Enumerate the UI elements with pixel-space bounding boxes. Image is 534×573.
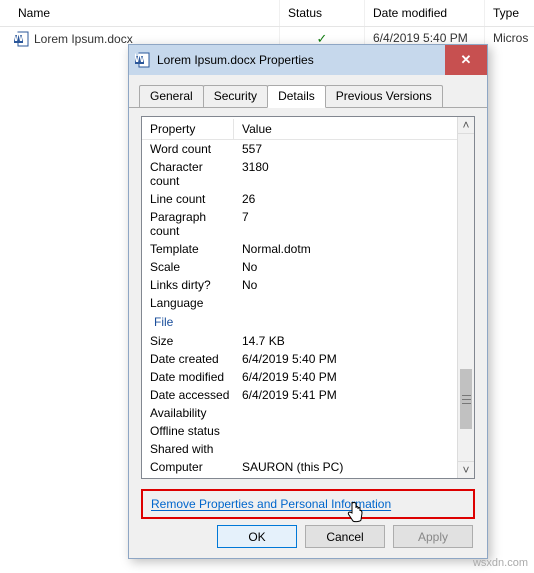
prop-value: 6/4/2019 5:40 PM: [234, 368, 457, 386]
tab-previous-versions[interactable]: Previous Versions: [325, 85, 443, 107]
property-row[interactable]: Paragraph count7: [142, 208, 457, 240]
tabs: General Security Details Previous Versio…: [129, 75, 487, 108]
prop-value: 6/4/2019 5:41 PM: [234, 386, 457, 404]
cancel-button[interactable]: Cancel: [305, 525, 385, 548]
property-row[interactable]: Links dirty?No: [142, 276, 457, 294]
property-row[interactable]: Shared with: [142, 440, 457, 458]
property-row[interactable]: Character count3180: [142, 158, 457, 190]
property-row[interactable]: Availability: [142, 404, 457, 422]
highlight-box: Remove Properties and Personal Informati…: [141, 489, 475, 519]
prop-value: [234, 294, 457, 312]
property-row[interactable]: Line count26: [142, 190, 457, 208]
prop-label: Shared with: [142, 440, 234, 458]
column-value[interactable]: Value: [234, 119, 457, 139]
property-row[interactable]: Date accessed6/4/2019 5:41 PM: [142, 386, 457, 404]
property-row[interactable]: Date created6/4/2019 5:40 PM: [142, 350, 457, 368]
prop-value: 3180: [234, 158, 457, 190]
property-row[interactable]: ComputerSAURON (this PC): [142, 458, 457, 476]
column-property[interactable]: Property: [142, 119, 234, 139]
remove-properties-link[interactable]: Remove Properties and Personal Informati…: [151, 497, 391, 511]
tab-security[interactable]: Security: [203, 85, 268, 107]
scroll-down-button[interactable]: ˅: [458, 461, 474, 478]
close-icon: ✕: [461, 52, 472, 68]
prop-value: Normal.dotm: [234, 240, 457, 258]
prop-label: Language: [142, 294, 234, 312]
prop-label: Links dirty?: [142, 276, 234, 294]
scroll-grip-icon: [462, 395, 471, 404]
prop-value: No: [234, 258, 457, 276]
prop-value: 26: [234, 190, 457, 208]
property-row[interactable]: Language: [142, 294, 457, 312]
tab-body: Property Value Word count557 Character c…: [129, 108, 487, 558]
prop-label: Availability: [142, 404, 234, 422]
scroll-up-button[interactable]: ˄: [458, 117, 474, 134]
property-row[interactable]: Word count557: [142, 140, 457, 158]
chevron-up-icon: ˄: [462, 118, 469, 132]
close-button[interactable]: ✕: [445, 45, 487, 75]
prop-value: SAURON (this PC): [234, 458, 457, 476]
dialog-title: Lorem Ipsum.docx Properties: [157, 53, 445, 67]
dialog-buttons: OK Cancel Apply: [141, 523, 475, 548]
prop-value: 557: [234, 140, 457, 158]
prop-label: Character count: [142, 158, 234, 190]
file-name: Lorem Ipsum.docx: [34, 32, 133, 46]
remove-properties-container: Remove Properties and Personal Informati…: [141, 489, 475, 519]
property-row[interactable]: Offline status: [142, 422, 457, 440]
prop-label: Date created: [142, 350, 234, 368]
watermark: wsxdn.com: [473, 557, 528, 569]
prop-value: [234, 404, 457, 422]
prop-value: 14.7 KB: [234, 332, 457, 350]
property-row[interactable]: TemplateNormal.dotm: [142, 240, 457, 258]
column-type[interactable]: Type: [485, 0, 534, 26]
property-row[interactable]: Date modified6/4/2019 5:40 PM: [142, 368, 457, 386]
prop-value: No: [234, 276, 457, 294]
file-type: Micros: [485, 27, 534, 51]
properties-scroll-area[interactable]: Property Value Word count557 Character c…: [142, 117, 457, 478]
prop-label: Paragraph count: [142, 208, 234, 240]
prop-label: Computer: [142, 458, 234, 476]
apply-button[interactable]: Apply: [393, 525, 473, 548]
tab-details[interactable]: Details: [267, 85, 326, 108]
section-file: File: [142, 312, 457, 332]
column-name[interactable]: Name: [0, 0, 280, 26]
tab-general[interactable]: General: [139, 85, 204, 107]
properties-header-row[interactable]: Property Value: [142, 119, 457, 140]
property-row[interactable]: ScaleNo: [142, 258, 457, 276]
word-doc-icon: W: [14, 31, 30, 47]
column-status[interactable]: Status: [280, 0, 365, 26]
prop-label: Template: [142, 240, 234, 258]
prop-label: Scale: [142, 258, 234, 276]
prop-label: Offline status: [142, 422, 234, 440]
scroll-track[interactable]: [458, 134, 474, 461]
property-row[interactable]: Size14.7 KB: [142, 332, 457, 350]
chevron-down-icon: ˅: [462, 463, 469, 477]
prop-label: Date modified: [142, 368, 234, 386]
properties-list: Property Value Word count557 Character c…: [141, 116, 475, 479]
svg-text:W: W: [135, 52, 146, 65]
explorer-column-header[interactable]: Name Status Date modified Type: [0, 0, 534, 27]
prop-label: Size: [142, 332, 234, 350]
prop-label: Word count: [142, 140, 234, 158]
properties-dialog: W Lorem Ipsum.docx Properties ✕ General …: [128, 44, 488, 559]
prop-value: [234, 440, 457, 458]
column-date-modified[interactable]: Date modified: [365, 0, 485, 26]
scroll-thumb[interactable]: [460, 369, 472, 429]
ok-button[interactable]: OK: [217, 525, 297, 548]
prop-value: 6/4/2019 5:40 PM: [234, 350, 457, 368]
word-doc-icon: W: [135, 52, 151, 68]
prop-value: 7: [234, 208, 457, 240]
prop-value: [234, 422, 457, 440]
scrollbar[interactable]: ˄ ˅: [457, 117, 474, 478]
prop-label: Date accessed: [142, 386, 234, 404]
prop-label: Line count: [142, 190, 234, 208]
svg-text:W: W: [14, 31, 25, 44]
titlebar[interactable]: W Lorem Ipsum.docx Properties ✕: [129, 45, 487, 75]
